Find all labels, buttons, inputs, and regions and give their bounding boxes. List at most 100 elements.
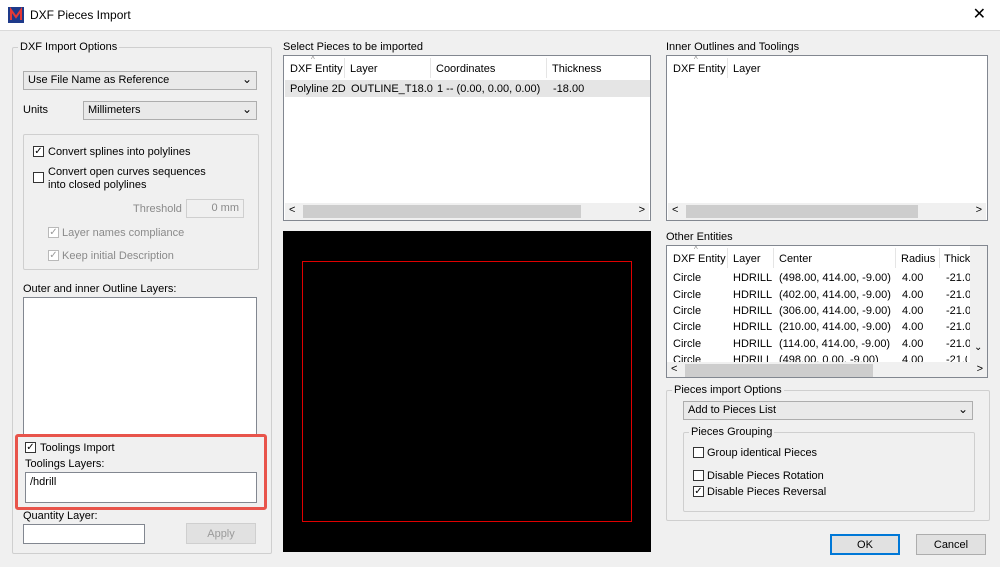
threshold-input[interactable]: 0 mm [186, 199, 244, 218]
other-entities-label: Other Entities [666, 231, 733, 243]
convert-splines-label: Convert splines into polylines [48, 146, 191, 158]
cell-center: (402.00, 414.00, -9.00) [779, 289, 891, 301]
pieces-import-combo[interactable]: Add to Pieces List ⌄ [683, 401, 973, 420]
units-combo[interactable]: Millimeters ⌄ [83, 101, 257, 120]
cell-thickness: -21.0 [946, 338, 972, 350]
col-header-entity[interactable]: DXF Entity [673, 63, 726, 75]
threshold-label: Threshold [133, 203, 182, 215]
quantity-layer-input[interactable] [23, 524, 145, 544]
convert-splines-checkbox[interactable]: ✓ [33, 146, 44, 157]
horizontal-scrollbar[interactable]: < > [285, 203, 649, 220]
cancel-button[interactable]: Cancel [916, 534, 986, 555]
cell-radius: 4.00 [902, 289, 924, 301]
keep-description-label: Keep initial Description [62, 250, 174, 262]
cell-thickness: -21.0 [946, 289, 972, 301]
cell-thickness: -18.00 [553, 83, 585, 95]
chevron-down-icon: ⌄ [957, 402, 968, 416]
import-options-label: DXF Import Options [18, 41, 120, 53]
scroll-left-icon[interactable]: < [672, 204, 678, 216]
cell-layer: HDRILL [733, 289, 773, 301]
convert-open-curves-checkbox[interactable] [33, 172, 44, 183]
table-row[interactable]: Circle HDRILL (498.00, 414.00, -9.00) 4.… [667, 272, 971, 289]
col-header-center[interactable]: Center [779, 253, 812, 265]
vertical-scrollbar[interactable]: ⌄ [970, 246, 987, 362]
toolings-import-label: Toolings Import [40, 442, 115, 454]
group-identical-checkbox[interactable] [693, 447, 704, 458]
col-header-layer[interactable]: Layer [350, 63, 378, 75]
col-divider [344, 58, 345, 78]
convert-open-curves-label-2: into closed polylines [48, 179, 147, 191]
ok-button[interactable]: OK [830, 534, 900, 555]
scroll-left-icon[interactable]: < [289, 204, 295, 216]
disable-reversal-checkbox[interactable]: ✓ [693, 486, 704, 497]
preview-canvas[interactable] [283, 231, 651, 552]
cell-layer: HDRILL [733, 305, 773, 317]
scroll-thumb[interactable] [685, 364, 873, 377]
col-header-layer[interactable]: Layer [733, 253, 761, 265]
table-row[interactable]: Circle HDRILL (498.00, 0.00, -9.00) 4.00… [667, 354, 967, 362]
scroll-right-icon[interactable]: > [977, 363, 983, 375]
inner-outlines-table: DXF Entity ^ Layer < > [666, 55, 988, 221]
cell-entity: Circle [673, 305, 702, 317]
keep-description-checkbox[interactable]: ✓ [48, 250, 59, 261]
cell-center: (498.00, 414.00, -9.00) [779, 272, 891, 284]
table-row[interactable]: Circle HDRILL (402.00, 414.00, -9.00) 4.… [667, 289, 971, 306]
scroll-thumb[interactable] [303, 205, 581, 218]
cell-radius: 4.00 [902, 338, 924, 350]
scroll-right-icon[interactable]: > [976, 204, 982, 216]
cell-radius: 4.00 [902, 305, 924, 317]
cell-thickness: -21.0 [946, 321, 972, 333]
outline-layers-textarea[interactable] [23, 297, 257, 437]
toolings-import-checkbox[interactable]: ✓ [25, 442, 36, 453]
title-bar: DXF Pieces Import ✕ [0, 0, 1000, 31]
table-row[interactable]: Circle HDRILL (210.00, 414.00, -9.00) 4.… [667, 321, 971, 338]
cell-entity: Circle [673, 338, 702, 350]
col-header-layer[interactable]: Layer [733, 63, 761, 75]
cell-center: (498.00, 0.00, -9.00) [779, 354, 879, 362]
cell-layer: HDRILL [733, 321, 773, 333]
scroll-right-icon[interactable]: > [639, 204, 645, 216]
scroll-down-icon[interactable]: ⌄ [974, 342, 982, 353]
scroll-left-icon[interactable]: < [671, 363, 677, 375]
cell-entity: Circle [673, 289, 702, 301]
disable-rotation-label: Disable Pieces Rotation [707, 470, 824, 482]
inner-outlines-label: Inner Outlines and Toolings [666, 41, 800, 53]
group-identical-label: Group identical Pieces [707, 447, 818, 459]
horizontal-scrollbar[interactable]: < > [668, 203, 986, 220]
horizontal-scrollbar[interactable]: < > [667, 362, 987, 377]
reference-combo-value: Use File Name as Reference [28, 74, 170, 86]
disable-reversal-label: Disable Pieces Reversal [707, 486, 827, 498]
col-header-radius[interactable]: Radius [901, 253, 935, 265]
cell-layer: HDRILL [733, 272, 773, 284]
cell-center: (114.00, 414.00, -9.00) [779, 338, 891, 350]
cell-layer: OUTLINE_T18.0 [351, 83, 433, 95]
select-pieces-table: DXF Entity ^ Layer Coordinates Thickness… [283, 55, 651, 221]
col-divider [727, 248, 728, 268]
toolings-layers-input[interactable]: /hdrill [25, 472, 257, 503]
apply-button[interactable]: Apply [186, 523, 256, 544]
cell-entity: Circle [673, 272, 702, 284]
col-header-entity[interactable]: DXF Entity [290, 63, 343, 75]
cell-layer: HDRILL [733, 354, 773, 362]
chevron-down-icon: ⌄ [241, 102, 252, 116]
app-logo-icon [8, 6, 24, 23]
col-header-entity[interactable]: DXF Entity [673, 253, 726, 265]
disable-rotation-checkbox[interactable] [693, 470, 704, 481]
cell-center: (306.00, 414.00, -9.00) [779, 305, 891, 317]
units-label: Units [23, 104, 49, 116]
close-icon[interactable]: ✕ [973, 4, 986, 24]
convert-open-curves-label-1: Convert open curves sequences [48, 166, 206, 178]
units-combo-value: Millimeters [88, 104, 141, 116]
col-header-thickness[interactable]: Thickness [552, 63, 602, 75]
scroll-thumb[interactable] [686, 205, 918, 218]
table-row[interactable]: Polyline 2D OUTLINE_T18.0 1 -- (0.00, 0.… [285, 80, 650, 97]
table-row[interactable]: Circle HDRILL (114.00, 414.00, -9.00) 4.… [667, 338, 971, 355]
col-header-coordinates[interactable]: Coordinates [436, 63, 495, 75]
table-row[interactable]: Circle HDRILL (306.00, 414.00, -9.00) 4.… [667, 305, 971, 322]
sort-up-icon: ^ [311, 55, 315, 64]
layer-names-checkbox[interactable]: ✓ [48, 227, 59, 238]
layer-names-label: Layer names compliance [62, 227, 185, 239]
reference-combo[interactable]: Use File Name as Reference ⌄ [23, 71, 257, 90]
quantity-layer-label: Quantity Layer: [23, 510, 98, 522]
cell-entity: Circle [673, 321, 702, 333]
